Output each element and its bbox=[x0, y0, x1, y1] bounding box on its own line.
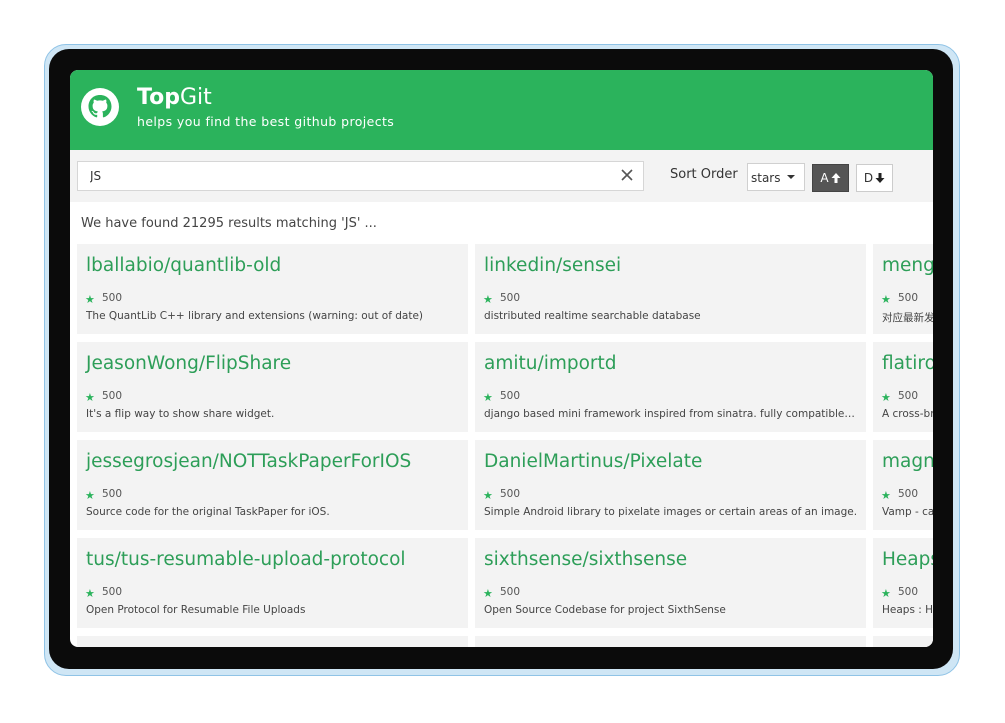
repo-description: A cross-bro bbox=[882, 408, 933, 420]
repo-name-link[interactable]: tus/tus-resumable-upload-protocol bbox=[86, 549, 406, 570]
results-summary: We have found 21295 results matching 'JS… bbox=[81, 216, 377, 231]
sort-ascending-button[interactable]: A bbox=[812, 164, 849, 192]
repo-card-partial[interactable] bbox=[873, 636, 933, 647]
repo-card[interactable]: linkedin/sensei ★ 500 distributed realti… bbox=[475, 244, 866, 334]
star-icon: ★ bbox=[85, 294, 95, 306]
repo-card-partial[interactable] bbox=[77, 636, 468, 647]
star-count: 500 bbox=[102, 586, 123, 598]
star-count: 500 bbox=[500, 390, 521, 402]
repo-description: Heaps : Ha bbox=[882, 604, 933, 616]
repo-card[interactable]: flatiron ★ 500 A cross-bro bbox=[873, 342, 933, 432]
sort-order-label: Sort Order bbox=[670, 167, 738, 182]
arrow-down-icon bbox=[875, 173, 885, 183]
repo-description: Simple Android library to pixelate image… bbox=[484, 506, 858, 518]
app-title-rest: Git bbox=[179, 85, 212, 110]
star-icon: ★ bbox=[483, 392, 493, 404]
star-count: 500 bbox=[898, 292, 919, 304]
repo-name-link[interactable]: magne bbox=[882, 451, 933, 472]
star-count: 500 bbox=[898, 586, 919, 598]
star-icon: ★ bbox=[881, 588, 891, 600]
sort-field-value: stars bbox=[751, 171, 781, 185]
repo-card[interactable]: Heaps ★ 500 Heaps : Ha bbox=[873, 538, 933, 628]
repo-card[interactable]: sixthsense/sixthsense ★ 500 Open Source … bbox=[475, 538, 866, 628]
repo-card[interactable]: amitu/importd ★ 500 django based mini fr… bbox=[475, 342, 866, 432]
app-title: TopGit bbox=[137, 85, 394, 111]
arrow-up-icon bbox=[831, 173, 841, 183]
repo-name-link[interactable]: JeasonWong/FlipShare bbox=[86, 353, 291, 374]
star-icon: ★ bbox=[483, 588, 493, 600]
repo-name-link[interactable]: jessegrosjean/NOTTaskPaperForIOS bbox=[86, 451, 411, 472]
search-box bbox=[77, 161, 644, 191]
repo-name-link[interactable]: amitu/importd bbox=[484, 353, 617, 374]
repo-card[interactable]: DanielMartinus/Pixelate ★ 500 Simple And… bbox=[475, 440, 866, 530]
repo-name-link[interactable]: DanielMartinus/Pixelate bbox=[484, 451, 702, 472]
repo-description: distributed realtime searchable database bbox=[484, 310, 701, 322]
star-icon: ★ bbox=[85, 588, 95, 600]
star-icon: ★ bbox=[881, 490, 891, 502]
repo-description: It's a flip way to show share widget. bbox=[86, 408, 275, 420]
app-header: TopGit helps you find the best github pr… bbox=[70, 70, 933, 150]
star-count: 500 bbox=[898, 488, 919, 500]
repo-name-link[interactable]: Heaps bbox=[882, 549, 933, 570]
star-icon: ★ bbox=[85, 490, 95, 502]
brand: TopGit helps you find the best github pr… bbox=[137, 85, 394, 131]
github-octocat-icon bbox=[81, 88, 119, 126]
repo-card-partial[interactable] bbox=[475, 636, 866, 647]
repo-card[interactable]: JeasonWong/FlipShare ★ 500 It's a flip w… bbox=[77, 342, 468, 432]
sort-descending-button[interactable]: D bbox=[856, 164, 893, 192]
app-screen: TopGit helps you find the best github pr… bbox=[70, 70, 933, 647]
star-icon: ★ bbox=[483, 490, 493, 502]
chevron-down-icon bbox=[787, 175, 795, 179]
star-count: 500 bbox=[500, 586, 521, 598]
star-count: 500 bbox=[102, 488, 123, 500]
app-title-bold: Top bbox=[137, 85, 180, 110]
repo-description: 对应最新发 bbox=[882, 312, 933, 324]
star-count: 500 bbox=[102, 292, 123, 304]
repo-description: django based mini framework inspired fro… bbox=[484, 408, 858, 420]
repo-name-link[interactable]: lballabio/quantlib-old bbox=[86, 255, 281, 276]
repo-card[interactable]: lballabio/quantlib-old ★ 500 The QuantLi… bbox=[77, 244, 468, 334]
repo-description: Vamp - can bbox=[882, 506, 933, 518]
repo-name-link[interactable]: flatiron bbox=[882, 353, 933, 374]
repo-description: The QuantLib C++ library and extensions … bbox=[86, 310, 424, 322]
sort-field-select[interactable]: stars bbox=[747, 163, 805, 191]
repo-card[interactable]: jessegrosjean/NOTTaskPaperForIOS ★ 500 S… bbox=[77, 440, 468, 530]
star-icon: ★ bbox=[85, 392, 95, 404]
star-icon: ★ bbox=[483, 294, 493, 306]
app-subtitle: helps you find the best github projects bbox=[137, 114, 395, 129]
search-toolbar: Sort Order stars A D bbox=[70, 150, 933, 202]
close-icon[interactable] bbox=[619, 167, 635, 183]
repo-card[interactable]: tus/tus-resumable-upload-protocol ★ 500 … bbox=[77, 538, 468, 628]
repo-description: Open Protocol for Resumable File Uploads bbox=[86, 604, 306, 616]
star-count: 500 bbox=[500, 292, 521, 304]
repo-name-link[interactable]: sixthsense/sixthsense bbox=[484, 549, 687, 570]
star-count: 500 bbox=[102, 390, 123, 402]
star-count: 500 bbox=[898, 390, 919, 402]
repo-card[interactable]: mengx ★ 500 对应最新发 bbox=[873, 244, 933, 334]
repo-description: Open Source Codebase for project SixthSe… bbox=[484, 604, 726, 616]
search-input[interactable] bbox=[78, 162, 620, 190]
star-icon: ★ bbox=[881, 294, 891, 306]
star-icon: ★ bbox=[881, 392, 891, 404]
repo-name-link[interactable]: linkedin/sensei bbox=[484, 255, 621, 276]
star-count: 500 bbox=[500, 488, 521, 500]
sort-ascending-label: A bbox=[820, 171, 829, 185]
repo-name-link[interactable]: mengx bbox=[882, 255, 933, 276]
repo-description: Source code for the original TaskPaper f… bbox=[86, 506, 330, 518]
repo-card[interactable]: magne ★ 500 Vamp - can bbox=[873, 440, 933, 530]
sort-descending-label: D bbox=[863, 171, 874, 185]
